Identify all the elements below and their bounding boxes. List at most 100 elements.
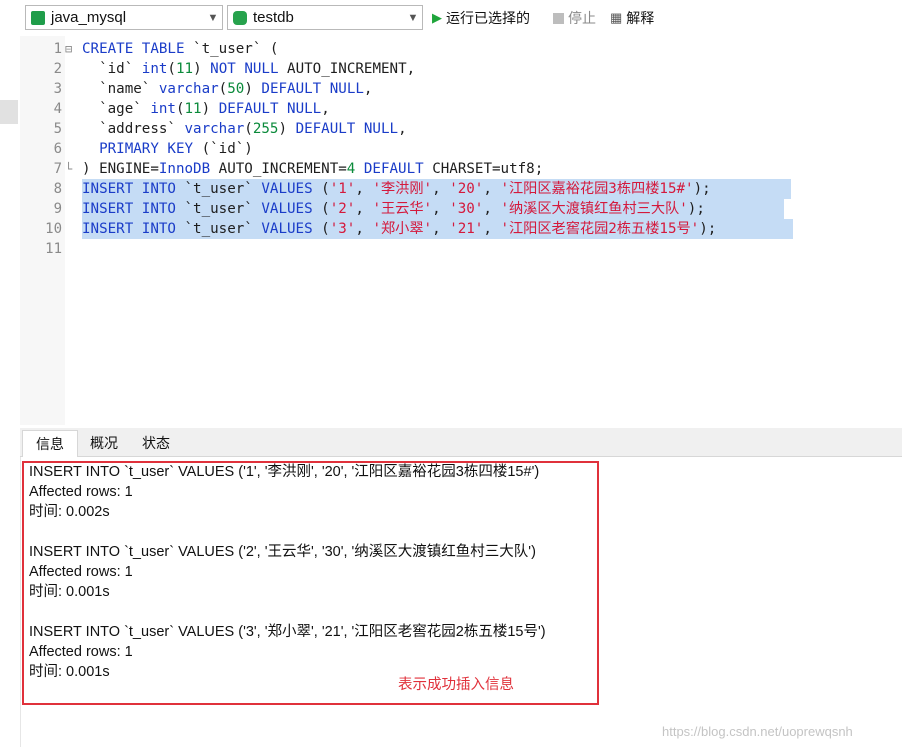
code-token: NOT NULL xyxy=(210,61,288,77)
code-line: `id` int(11) NOT NULL AUTO_INCREMENT, xyxy=(82,59,415,79)
code-token: ) xyxy=(201,101,219,117)
code-token: , xyxy=(432,181,450,197)
explain-label: 解释 xyxy=(626,10,655,26)
code-token: ( xyxy=(175,101,185,117)
code-token: `t_user` xyxy=(184,181,262,197)
code-token: (`id`) xyxy=(201,141,253,157)
connection-icon xyxy=(31,10,45,25)
code-token: INSERT INTO xyxy=(82,201,185,217)
explain-button[interactable]: ▦ 解释 xyxy=(610,8,654,28)
code-token: , xyxy=(355,221,373,237)
code-line: `name` varchar(50) DEFAULT NULL, xyxy=(82,79,372,99)
code-token: DEFAULT NULL xyxy=(261,81,364,97)
code-token: , xyxy=(355,201,373,217)
code-token: int xyxy=(150,101,176,117)
code-line: PRIMARY KEY (`id`) xyxy=(82,139,253,159)
code-token: AUTO_INCREMENT= xyxy=(210,161,347,177)
result-tabs: 信息 概况 状态 xyxy=(20,428,902,457)
tab-status[interactable]: 状态 xyxy=(130,430,182,457)
code-token: `t_user` ( xyxy=(193,41,279,57)
code-token: '30' xyxy=(449,201,484,217)
code-token: DEFAULT NULL xyxy=(218,101,322,117)
tab-info[interactable]: 信息 xyxy=(22,430,78,457)
code-token: ( xyxy=(321,221,330,237)
code-token: VALUES xyxy=(261,181,322,197)
run-icon: ▶ xyxy=(432,10,442,25)
code-token: , xyxy=(432,201,450,217)
code-token: InnoDB xyxy=(158,161,211,177)
code-token: , xyxy=(321,101,330,117)
code-token: , xyxy=(355,181,373,197)
explain-icon: ▦ xyxy=(610,10,623,25)
code-line: CREATE TABLE `t_user` ( xyxy=(82,39,278,59)
line-number: 2 xyxy=(53,61,62,77)
code-line: `age` int(11) DEFAULT NULL, xyxy=(82,99,330,119)
line-number: 3 xyxy=(53,81,62,97)
side-panel-edge xyxy=(0,100,18,124)
code-token: VALUES xyxy=(261,201,322,217)
sql-editor[interactable]: 1 ⊟ CREATE TABLE `t_user` ( 2 `id` int(11) … xyxy=(20,36,902,425)
annotation-text: 表示成功插入信息 xyxy=(398,677,514,693)
code-token: '2' xyxy=(329,201,356,217)
code-line: INSERT INTO `t_user` VALUES ('3', '郑小翠',… xyxy=(82,219,716,239)
code-token: '3' xyxy=(329,221,356,237)
line-number: 11 xyxy=(45,241,62,257)
connection-label: java_mysql xyxy=(51,9,127,26)
code-token: 50 xyxy=(227,81,245,97)
fold-icon[interactable]: ⊟ xyxy=(65,39,72,59)
code-line: `address` varchar(255) DEFAULT NULL, xyxy=(82,119,407,139)
chevron-down-icon: ▼ xyxy=(207,11,219,24)
code-token: ) xyxy=(193,61,211,77)
code-token: ); xyxy=(693,181,711,197)
code-token: `address` xyxy=(82,121,185,137)
code-token: `t_user` xyxy=(184,221,262,237)
line-number: 1 xyxy=(53,41,62,57)
connection-select[interactable]: java_mysql ▼ xyxy=(25,5,223,30)
code-token: '江阳区嘉裕花园3栋四楼15#' xyxy=(500,181,694,197)
run-selected-button[interactable]: ▶ 运行已选择的 xyxy=(432,8,530,28)
tab-overview[interactable]: 概况 xyxy=(78,430,130,457)
toolbar: java_mysql ▼ testdb ▼ ▶ 运行已选择的 停止 ▦ 解释 xyxy=(0,0,902,36)
code-token: ); xyxy=(687,201,705,217)
code-token: '郑小翠' xyxy=(372,221,433,237)
code-token: ) xyxy=(278,121,296,137)
code-token: varchar xyxy=(184,121,245,137)
code-token: '王云华' xyxy=(372,201,433,217)
code-token: INSERT INTO xyxy=(82,181,185,197)
fold-icon: └ xyxy=(65,162,73,176)
code-token: DEFAULT NULL xyxy=(295,121,399,137)
code-token: '纳溪区大渡镇红鱼村三大队' xyxy=(500,201,688,217)
code-token: '20' xyxy=(449,181,484,197)
line-number: 9 xyxy=(53,201,62,217)
code-token: , xyxy=(483,201,501,217)
code-token: '江阳区老窖花园2栋五楼15号' xyxy=(500,221,700,237)
code-token: INSERT INTO xyxy=(82,221,185,237)
code-token: ); xyxy=(699,221,717,237)
code-token: int xyxy=(141,61,168,77)
code-token: ) ENGINE= xyxy=(82,161,159,177)
code-token: 255 xyxy=(252,121,279,137)
code-token: , xyxy=(483,221,501,237)
code-line: INSERT INTO `t_user` VALUES ('2', '王云华',… xyxy=(82,199,705,219)
line-number: 8 xyxy=(53,181,62,197)
code-token: '1' xyxy=(329,181,356,197)
code-token: '21' xyxy=(449,221,484,237)
database-icon xyxy=(233,10,247,25)
code-token: CHARSET=utf8; xyxy=(423,161,544,177)
code-token: ( xyxy=(218,81,228,97)
code-line: ) ENGINE=InnoDB AUTO_INCREMENT=4 DEFAULT… xyxy=(82,159,543,179)
code-token: `age` xyxy=(82,101,151,117)
code-token: PRIMARY KEY xyxy=(82,141,202,157)
code-token: `t_user` xyxy=(184,201,262,217)
code-token: AUTO_INCREMENT, xyxy=(287,61,416,77)
database-select[interactable]: testdb ▼ xyxy=(227,5,423,30)
code-token: , xyxy=(398,121,407,137)
code-token: varchar xyxy=(158,81,219,97)
stop-button[interactable]: 停止 xyxy=(553,8,596,28)
line-number: 5 xyxy=(53,121,62,137)
code-token: 11 xyxy=(184,101,202,117)
watermark: https://blog.csdn.net/uoprewqsnh xyxy=(662,724,853,739)
line-number: 7 xyxy=(53,161,62,177)
code-token: ( xyxy=(321,201,330,217)
line-number: 6 xyxy=(53,141,62,157)
